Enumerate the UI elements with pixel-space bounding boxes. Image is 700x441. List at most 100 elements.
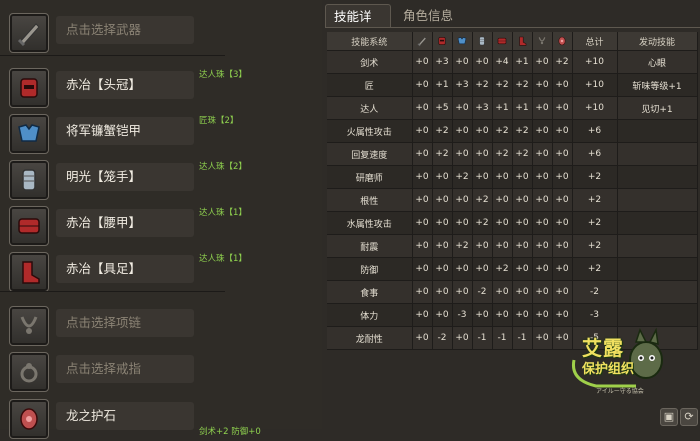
active-skill: 心眼	[617, 50, 698, 74]
equipment-name[interactable]: 点击选择戒指	[56, 355, 194, 383]
skill-point: +0	[512, 257, 533, 281]
skill-point: +2	[492, 73, 513, 97]
skill-point: +0	[452, 142, 473, 166]
equipment-slot[interactable]: 明光【笼手】 达人珠【2】	[0, 156, 322, 202]
skill-point: -2	[432, 326, 453, 350]
skill-point: +2	[512, 119, 533, 143]
equipment-slot[interactable]: 点击选择戒指	[0, 348, 322, 394]
equipment-slot[interactable]: 点击选择项链	[0, 302, 322, 348]
equipment-slot[interactable]: 龙之护石 剑术+2 防御+0	[0, 395, 322, 441]
skill-point: +0	[532, 303, 553, 327]
decoration-label: 达人珠【3】	[199, 70, 247, 80]
table-row: 回复速度 +0 +2 +0 +0 +2 +2 +0 +0 +6	[327, 142, 698, 166]
skill-name: 水属性攻击	[327, 211, 413, 235]
skill-point: +0	[492, 188, 513, 212]
skill-point: +0	[532, 96, 553, 120]
active-skill	[617, 119, 698, 143]
skill-total: +2	[572, 165, 618, 189]
helmet-icon[interactable]	[9, 68, 49, 108]
skill-point: +2	[552, 50, 573, 74]
equipment-name[interactable]: 龙之护石	[56, 402, 194, 430]
skill-point: -3	[452, 303, 473, 327]
skill-point: +0	[512, 211, 533, 235]
skill-point: +0	[452, 280, 473, 304]
skill-point: +5	[432, 96, 453, 120]
skill-point: +0	[432, 165, 453, 189]
header-active-skill: 发动技能	[617, 32, 698, 51]
header-chest-armor-icon	[452, 32, 473, 51]
equipment-slot[interactable]: 赤冶【腰甲】 达人珠【1】	[0, 202, 322, 248]
skill-point: +0	[532, 257, 553, 281]
decoration-label: 匠珠【2】	[199, 116, 239, 126]
skill-point: +2	[512, 73, 533, 97]
skill-name: 龙耐性	[327, 326, 413, 350]
skill-point: +1	[492, 96, 513, 120]
skill-point: +1	[512, 96, 533, 120]
skill-total: +6	[572, 142, 618, 166]
skill-point: +0	[412, 142, 433, 166]
skill-point: +2	[432, 142, 453, 166]
weapon-icon[interactable]	[9, 13, 49, 53]
equipment-name[interactable]: 赤冶【腰甲】	[56, 209, 194, 237]
skill-point: +0	[452, 188, 473, 212]
header-total: 总计	[572, 32, 618, 51]
skill-point: +2	[492, 142, 513, 166]
slot-divider	[0, 55, 225, 56]
skill-point: +2	[472, 188, 493, 212]
logo-title: 艾露	[582, 336, 624, 360]
gauntlet-icon[interactable]	[9, 160, 49, 200]
equipment-slot[interactable]: 赤冶【头冠】 达人珠【3】	[0, 64, 322, 110]
header-waist-armor-icon	[492, 32, 513, 51]
equipment-name[interactable]: 赤冶【具足】	[56, 255, 194, 283]
waist-armor-icon[interactable]	[9, 206, 49, 246]
necklace-icon[interactable]	[9, 306, 49, 346]
skill-point: +0	[532, 142, 553, 166]
tab-character-info[interactable]: 角色信息	[395, 4, 465, 28]
equipment-name[interactable]: 点击选择武器	[56, 16, 194, 44]
header-charm-icon	[552, 32, 573, 51]
skill-total: +10	[572, 96, 618, 120]
equipment-slot[interactable]: 赤冶【具足】 达人珠【1】	[0, 248, 322, 294]
decoration-label: 达人珠【1】	[199, 208, 247, 218]
skill-point: +0	[412, 165, 433, 189]
save-icon[interactable]: ▣	[660, 408, 678, 426]
table-row: 食事 +0 +0 +0 -2 +0 +0 +0 +0 -2	[327, 280, 698, 304]
header-weapon-icon	[412, 32, 433, 51]
skill-table: 技能系统 总计 发动技能 剑术 +0 +3 +0 +0 +4 +1 +0 +2 +10 心眼匠 +0 +1 +…	[327, 32, 698, 350]
equipment-name[interactable]: 点击选择项链	[56, 309, 194, 337]
skill-point: +0	[412, 257, 433, 281]
refresh-icon[interactable]: ⟳	[680, 408, 698, 426]
skill-point: +0	[552, 73, 573, 97]
skill-total: +10	[572, 73, 618, 97]
skill-point: +0	[492, 165, 513, 189]
skill-point: +0	[532, 50, 553, 74]
charm-icon	[558, 36, 566, 46]
skill-point: +2	[492, 119, 513, 143]
skill-point: +0	[412, 119, 433, 143]
equipment-name[interactable]: 将军镰蟹铠甲	[56, 117, 194, 145]
skill-name: 回复速度	[327, 142, 413, 166]
skill-point: +2	[472, 73, 493, 97]
skill-total: +2	[572, 188, 618, 212]
skill-point: +2	[492, 257, 513, 281]
skill-total: +2	[572, 211, 618, 235]
ring-icon[interactable]	[9, 352, 49, 392]
equipment-slot[interactable]: 点击选择武器	[0, 9, 322, 55]
tab-skill-details[interactable]: 技能详情	[325, 4, 391, 48]
skill-point: +0	[532, 234, 553, 258]
charm-icon[interactable]	[9, 399, 49, 439]
table-row: 防御 +0 +0 +0 +0 +2 +0 +0 +0 +2	[327, 257, 698, 281]
skill-point: +0	[552, 96, 573, 120]
chest-armor-icon[interactable]	[9, 114, 49, 154]
helmet-icon	[438, 37, 446, 45]
skill-point: +0	[452, 50, 473, 74]
skill-point: +0	[412, 234, 433, 258]
equipment-name[interactable]: 赤冶【头冠】	[56, 71, 194, 99]
skill-point: +0	[532, 73, 553, 97]
skill-point: +0	[492, 234, 513, 258]
skill-point: +0	[472, 303, 493, 327]
equipment-name[interactable]: 明光【笼手】	[56, 163, 194, 191]
logo-caption: アイルー守る協会	[596, 388, 644, 395]
equipment-slot[interactable]: 将军镰蟹铠甲 匠珠【2】	[0, 110, 322, 156]
leg-armor-icon[interactable]	[9, 252, 49, 292]
